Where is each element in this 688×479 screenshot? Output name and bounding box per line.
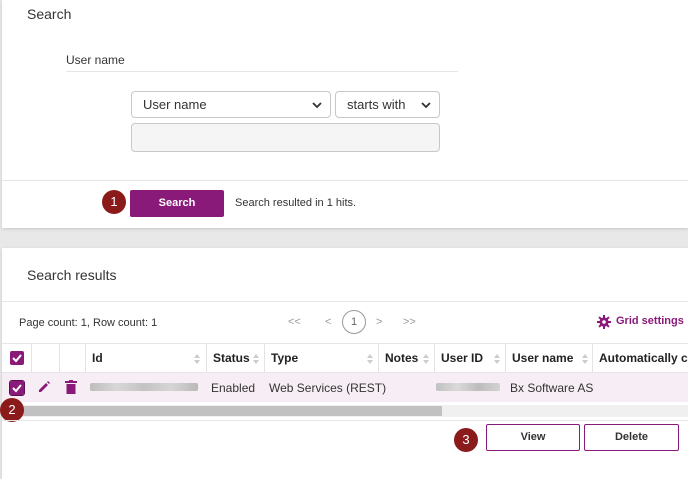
horizontal-scrollbar[interactable] [2, 405, 688, 417]
redacted-user-id [436, 383, 500, 391]
sort-icon[interactable] [493, 353, 501, 365]
gear-icon [597, 315, 611, 329]
column-header-id[interactable]: Id [86, 344, 103, 372]
sort-icon[interactable] [422, 353, 430, 365]
sort-icon[interactable] [581, 353, 589, 365]
search-value-input[interactable] [131, 123, 440, 152]
column-header-status[interactable]: Status [207, 344, 250, 372]
step-badge-3: 3 [454, 428, 478, 452]
redacted-id [90, 383, 198, 391]
operator-select-value: starts with [347, 97, 406, 112]
checkmark-icon [12, 384, 22, 393]
view-button[interactable]: View [486, 424, 580, 451]
delete-button[interactable]: Delete [584, 424, 679, 451]
column-header-user-name[interactable]: User name [506, 344, 573, 372]
row-status: Enabled [211, 381, 256, 395]
search-footer-divider [2, 180, 688, 181]
results-panel: Search results Page count: 1, Row count:… [0, 248, 688, 479]
column-header-user-id[interactable]: User ID [435, 344, 483, 372]
user-name-field-label: User name [66, 53, 125, 67]
edit-icon[interactable] [37, 380, 51, 394]
select-all-checkbox[interactable] [10, 351, 24, 365]
step-badge-1: 1 [102, 190, 126, 214]
grid-top-border [2, 343, 688, 344]
pager-current-page[interactable]: 1 [342, 310, 366, 334]
column-header-automatically-created[interactable]: Automatically cr [593, 344, 688, 372]
pager-next[interactable]: > [376, 316, 382, 328]
page-info: Page count: 1, Row count: 1 [19, 317, 158, 329]
field-divider [66, 71, 458, 72]
column-header-notes[interactable]: Notes [379, 344, 418, 372]
scrollbar-thumb[interactable] [2, 406, 442, 416]
chevron-down-icon [421, 102, 431, 109]
step-badge-2: 2 [0, 398, 24, 422]
checkmark-icon [12, 354, 22, 363]
operator-select[interactable]: starts with [335, 91, 440, 118]
row-type: Web Services (REST) [269, 381, 387, 395]
pager-last[interactable]: >> [403, 316, 416, 328]
search-status-text: Search resulted in 1 hits. [235, 197, 357, 209]
sort-icon[interactable] [366, 353, 374, 365]
field-select-value: User name [143, 97, 207, 112]
search-panel: Search User name User name starts with 1… [2, 0, 688, 228]
row-checkbox[interactable] [9, 380, 25, 396]
chevron-down-icon [312, 102, 322, 109]
search-title: Search [27, 6, 72, 22]
pager-prev[interactable]: < [325, 316, 331, 328]
sort-icon[interactable] [193, 353, 201, 365]
row-user-name: Bx Software AS [510, 381, 594, 395]
sort-icon[interactable] [252, 353, 260, 365]
delete-icon[interactable] [65, 380, 77, 394]
search-button[interactable]: Search [130, 190, 224, 217]
grid-settings-label: Grid settings [616, 315, 684, 327]
column-header-type[interactable]: Type [265, 344, 298, 372]
results-title: Search results [27, 267, 117, 283]
pager-first[interactable]: << [288, 316, 301, 328]
results-title-divider [2, 301, 688, 302]
grid-bottom-divider [2, 420, 688, 421]
field-select[interactable]: User name [131, 91, 331, 118]
